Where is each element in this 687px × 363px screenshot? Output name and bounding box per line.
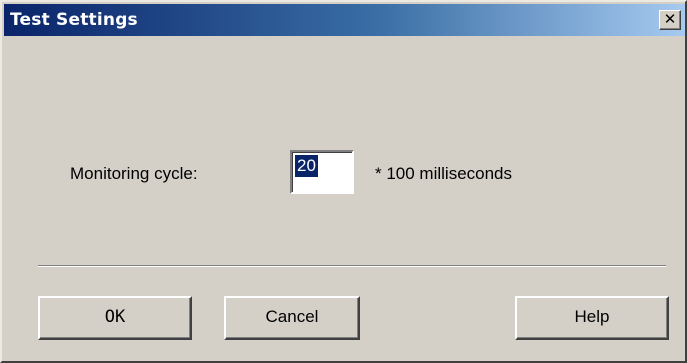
window-title: Test Settings [10,10,138,30]
separator [38,265,666,267]
close-icon: ✕ [663,10,677,28]
monitoring-cycle-value: 20 [295,155,318,177]
monitoring-cycle-label: Monitoring cycle: [70,164,198,183]
help-button[interactable]: Help [515,296,669,340]
cancel-button[interactable]: Cancel [224,296,360,340]
ok-button-label: OK [104,307,126,327]
test-settings-dialog: Test Settings ✕ Monitoring cycle: 20 * 1… [0,0,687,363]
monitoring-cycle-input[interactable]: 20 [290,150,354,194]
ok-button[interactable]: OK [38,296,192,340]
units-label: * 100 milliseconds [375,164,513,183]
close-button[interactable]: ✕ [659,10,681,30]
cancel-button-label: Cancel [265,307,319,326]
title-bar[interactable]: Test Settings ✕ [4,4,685,36]
help-button-label: Help [574,307,610,326]
